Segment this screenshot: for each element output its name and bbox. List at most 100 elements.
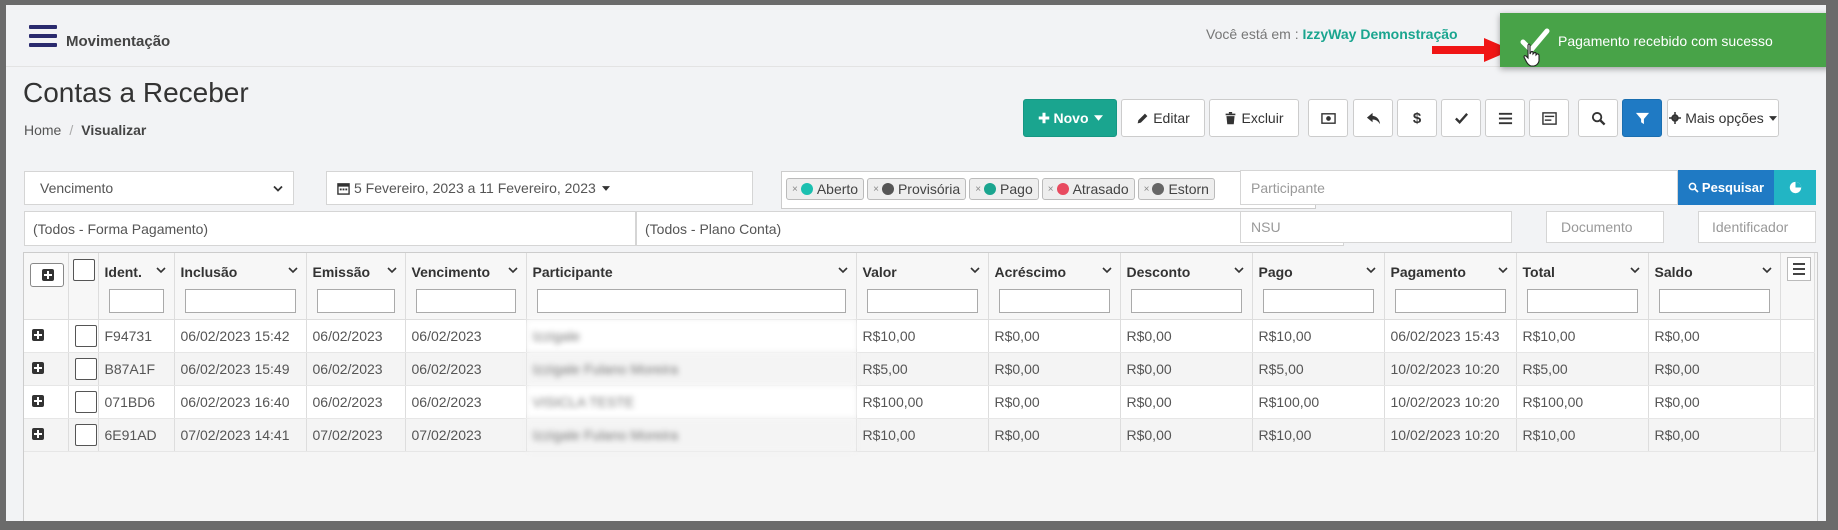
- pesquisar-button[interactable]: Pesquisar: [1678, 170, 1774, 205]
- list-button[interactable]: [1485, 99, 1525, 137]
- money-button[interactable]: [1308, 99, 1348, 137]
- row-checkbox[interactable]: [74, 357, 97, 380]
- edit-button[interactable]: Editar: [1121, 99, 1205, 137]
- page-title: Contas a Receber: [23, 77, 249, 108]
- chevron-down-icon: [386, 267, 397, 274]
- search-icon: [1591, 111, 1605, 125]
- cell-total: R$10,00: [1516, 418, 1649, 452]
- date-range-picker[interactable]: 5 Fevereiro, 2023 a 11 Fevereiro, 2023: [326, 171, 753, 205]
- status-filter[interactable]: × Aberto × Provisória × Pago × Atrasado × Estorn: [781, 171, 1316, 209]
- expand-row-icon[interactable]: [32, 394, 44, 407]
- cell-vencimento: 06/02/2023: [405, 385, 527, 419]
- column-header-pagamento[interactable]: Pagamento: [1384, 253, 1517, 320]
- new-button[interactable]: Novo: [1023, 99, 1117, 137]
- success-toast[interactable]: Pagamento recebido com sucesso: [1500, 13, 1826, 67]
- row-checkbox[interactable]: [74, 423, 97, 446]
- filter-input-saldo[interactable]: [1658, 289, 1770, 313]
- column-header-desconto[interactable]: Desconto: [1120, 253, 1253, 320]
- filter-input-desconto[interactable]: [1130, 289, 1242, 313]
- filter-input-ident[interactable]: [108, 289, 164, 313]
- dollar-button[interactable]: $: [1397, 99, 1437, 137]
- accounts-table: Ident. Inclusão Emissão Vencimento Parti…: [24, 253, 1815, 452]
- cell-inclusao: 06/02/2023 15:42: [174, 319, 307, 353]
- column-header-vencimento[interactable]: Vencimento: [405, 253, 527, 320]
- expand-row-icon[interactable]: [32, 427, 44, 440]
- expand-all-button[interactable]: [30, 263, 64, 287]
- search-button[interactable]: [1578, 99, 1618, 137]
- column-menu-header: [1780, 253, 1815, 320]
- forma-pagamento-select[interactable]: (Todos - Forma Pagamento): [24, 211, 636, 246]
- remove-tag-icon[interactable]: ×: [792, 184, 798, 195]
- cell-saldo: R$0,00: [1648, 385, 1781, 419]
- column-header-saldo[interactable]: Saldo: [1648, 253, 1781, 320]
- table-row[interactable]: B87A1F 06/02/2023 15:49 06/02/2023 06/02…: [24, 352, 1815, 386]
- filter-input-participante[interactable]: [536, 289, 846, 313]
- expand-row-icon[interactable]: [32, 361, 44, 374]
- nsu-input[interactable]: NSU: [1240, 211, 1512, 243]
- column-menu-icon[interactable]: [1786, 257, 1811, 281]
- remove-tag-icon[interactable]: ×: [975, 184, 981, 195]
- row-checkbox[interactable]: [74, 390, 97, 413]
- card-icon: [1541, 111, 1557, 125]
- breadcrumb-home[interactable]: Home: [24, 122, 61, 138]
- undo-button[interactable]: [1353, 99, 1393, 137]
- filter-input-total[interactable]: [1526, 289, 1638, 313]
- report-button[interactable]: [1529, 99, 1569, 137]
- table-row[interactable]: 6E91AD 07/02/2023 14:41 07/02/2023 07/02…: [24, 418, 1815, 452]
- column-header-acrescimo[interactable]: Acréscimo: [988, 253, 1121, 320]
- filter-button[interactable]: [1622, 99, 1662, 137]
- remove-tag-icon[interactable]: ×: [873, 184, 879, 195]
- cell-pagamento: 10/02/2023 10:20: [1384, 418, 1517, 452]
- cell-saldo: R$0,00: [1648, 418, 1781, 452]
- cell-ident: F94731: [98, 319, 175, 353]
- status-tag-atrasado[interactable]: × Atrasado: [1041, 178, 1135, 200]
- column-header-total[interactable]: Total: [1516, 253, 1649, 320]
- table-row[interactable]: 071BD6 06/02/2023 16:40 06/02/2023 06/02…: [24, 385, 1815, 419]
- chevron-down-icon: [1233, 267, 1244, 274]
- column-header-inclusao[interactable]: Inclusão: [174, 253, 307, 320]
- chart-button[interactable]: [1774, 170, 1816, 205]
- cell-emissao: 07/02/2023: [306, 418, 406, 452]
- filter-input-acrescimo[interactable]: [998, 289, 1110, 313]
- hamburger-menu-icon[interactable]: [29, 25, 57, 49]
- cell-acrescimo: R$0,00: [988, 352, 1121, 386]
- module-title: Movimentação: [66, 33, 171, 50]
- remove-tag-icon[interactable]: ×: [1048, 184, 1054, 195]
- status-tag-aberto[interactable]: × Aberto: [786, 178, 865, 200]
- column-header-participante[interactable]: Participante: [526, 253, 857, 320]
- column-header-emissao[interactable]: Emissão: [306, 253, 406, 320]
- filter-input-pagamento[interactable]: [1394, 289, 1506, 313]
- column-header-valor[interactable]: Valor: [856, 253, 989, 320]
- filter-input-valor[interactable]: [866, 289, 978, 313]
- more-options-button[interactable]: Mais opções: [1667, 99, 1779, 137]
- date-type-select[interactable]: Vencimento: [24, 171, 294, 205]
- cell-emissao: 06/02/2023: [306, 385, 406, 419]
- cell-vencimento: 06/02/2023: [405, 319, 527, 353]
- plano-conta-select[interactable]: (Todos - Plano Conta): [636, 211, 1344, 246]
- table-row[interactable]: F94731 06/02/2023 15:42 06/02/2023 06/02…: [24, 319, 1815, 353]
- plus-square-icon: [42, 269, 54, 281]
- column-header-pago[interactable]: Pago: [1252, 253, 1385, 320]
- confirm-button[interactable]: [1441, 99, 1481, 137]
- trash-icon: [1226, 111, 1236, 124]
- filter-input-vencimento[interactable]: [415, 289, 516, 313]
- select-all-checkbox[interactable]: [72, 259, 95, 281]
- identificador-input[interactable]: Identificador: [1698, 211, 1816, 243]
- cell-inclusao: 06/02/2023 15:49: [174, 352, 307, 386]
- expand-all-header: [24, 253, 69, 320]
- row-checkbox[interactable]: [74, 324, 97, 347]
- filter-input-emissao[interactable]: [316, 289, 395, 313]
- filter-input-inclusao[interactable]: [184, 289, 296, 313]
- status-tag-provisoria[interactable]: × Provisória: [867, 178, 967, 200]
- participante-input[interactable]: Participante: [1240, 170, 1678, 205]
- status-tag-estorno[interactable]: × Estorn: [1137, 178, 1215, 200]
- expand-row-icon[interactable]: [32, 328, 44, 341]
- column-header-ident[interactable]: Ident.: [98, 253, 175, 320]
- cell-participante: Izzigale Fulano Moreira: [526, 418, 857, 452]
- cell-acrescimo: R$0,00: [988, 418, 1121, 452]
- documento-input[interactable]: Documento: [1546, 211, 1664, 243]
- filter-input-pago[interactable]: [1262, 289, 1374, 313]
- status-tag-pago[interactable]: × Pago: [969, 178, 1039, 200]
- delete-button[interactable]: Excluir: [1209, 99, 1299, 137]
- remove-tag-icon[interactable]: ×: [1144, 184, 1150, 195]
